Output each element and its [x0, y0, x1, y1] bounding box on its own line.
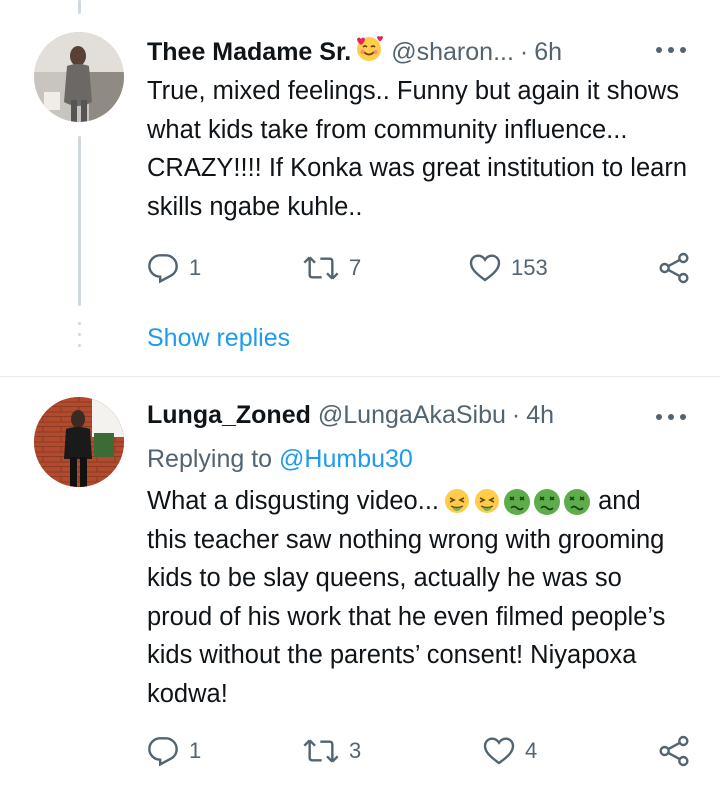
retweet-icon [303, 735, 339, 767]
like-count: 153 [511, 255, 548, 280]
avatar[interactable] [34, 32, 124, 122]
smiling-face-with-hearts-icon [354, 33, 384, 70]
timestamp[interactable]: 4h [526, 400, 554, 430]
more-options-icon[interactable] [656, 413, 686, 421]
tweet-2[interactable]: Lunga_Zoned @LungaAkaSibu · 4h Replying … [0, 377, 720, 794]
handle[interactable]: @LungaAkaSibu [318, 400, 506, 430]
like-count: 4 [525, 738, 538, 763]
replying-to: Replying to @Humbu30 [147, 444, 413, 474]
thread-line-top [78, 0, 81, 14]
reply-icon [147, 252, 179, 284]
tweet-header: Thee Madame Sr. @sharon... · 6h [147, 33, 562, 70]
face-vomiting-icon [473, 488, 501, 516]
replying-to-link[interactable]: @Humbu30 [279, 445, 413, 473]
share-button[interactable] [657, 252, 691, 284]
reply-count: 1 [189, 738, 202, 763]
share-button[interactable] [657, 735, 691, 767]
tweet-text-rest: and this teacher saw nothing wrong with … [147, 487, 666, 708]
show-replies-link[interactable]: Show replies [147, 324, 290, 353]
reply-icon [147, 735, 179, 767]
retweet-count: 7 [349, 255, 362, 280]
tweet-1[interactable]: Thee Madame Sr. @sharon... · 6h True, mi… [0, 0, 720, 376]
retweet-button[interactable]: 7 [303, 252, 361, 284]
replying-to-label: Replying to [147, 445, 273, 473]
separator: · [519, 37, 529, 66]
reply-count: 1 [189, 255, 202, 280]
avatar[interactable] [34, 397, 124, 487]
heart-icon [483, 735, 515, 767]
nauseated-face-icon [563, 488, 591, 516]
timestamp[interactable]: 6h [534, 37, 562, 67]
nauseated-face-icon [503, 488, 531, 516]
tweet-text: What a disgusting video... and this teac… [147, 482, 687, 713]
heart-icon [469, 252, 501, 284]
share-icon [657, 735, 691, 767]
action-bar: 1 7 153 [147, 252, 692, 284]
tweet-text-start: What a disgusting video... [147, 487, 439, 515]
action-bar: 1 3 4 [147, 735, 692, 767]
reply-button[interactable]: 1 [147, 252, 201, 284]
separator: · [511, 401, 521, 429]
nauseated-face-icon [533, 488, 561, 516]
collapsed-thread-dots [78, 322, 81, 355]
display-name[interactable]: Lunga_Zoned [147, 400, 311, 430]
tweet-text: True, mixed feelings.. Funny but again i… [147, 77, 687, 221]
thread-line [78, 136, 81, 306]
retweet-icon [303, 252, 339, 284]
like-button[interactable]: 4 [483, 735, 537, 767]
retweet-count: 3 [349, 738, 362, 763]
retweet-button[interactable]: 3 [303, 735, 361, 767]
more-options-icon[interactable] [656, 46, 686, 54]
share-icon [657, 252, 691, 284]
like-button[interactable]: 153 [469, 252, 548, 284]
handle[interactable]: @sharon... [391, 37, 514, 67]
reply-button[interactable]: 1 [147, 735, 201, 767]
emoji-row [443, 488, 591, 516]
face-vomiting-icon [443, 488, 471, 516]
display-name[interactable]: Thee Madame Sr. [147, 37, 351, 67]
tweet-header: Lunga_Zoned @LungaAkaSibu · 4h [147, 400, 554, 430]
